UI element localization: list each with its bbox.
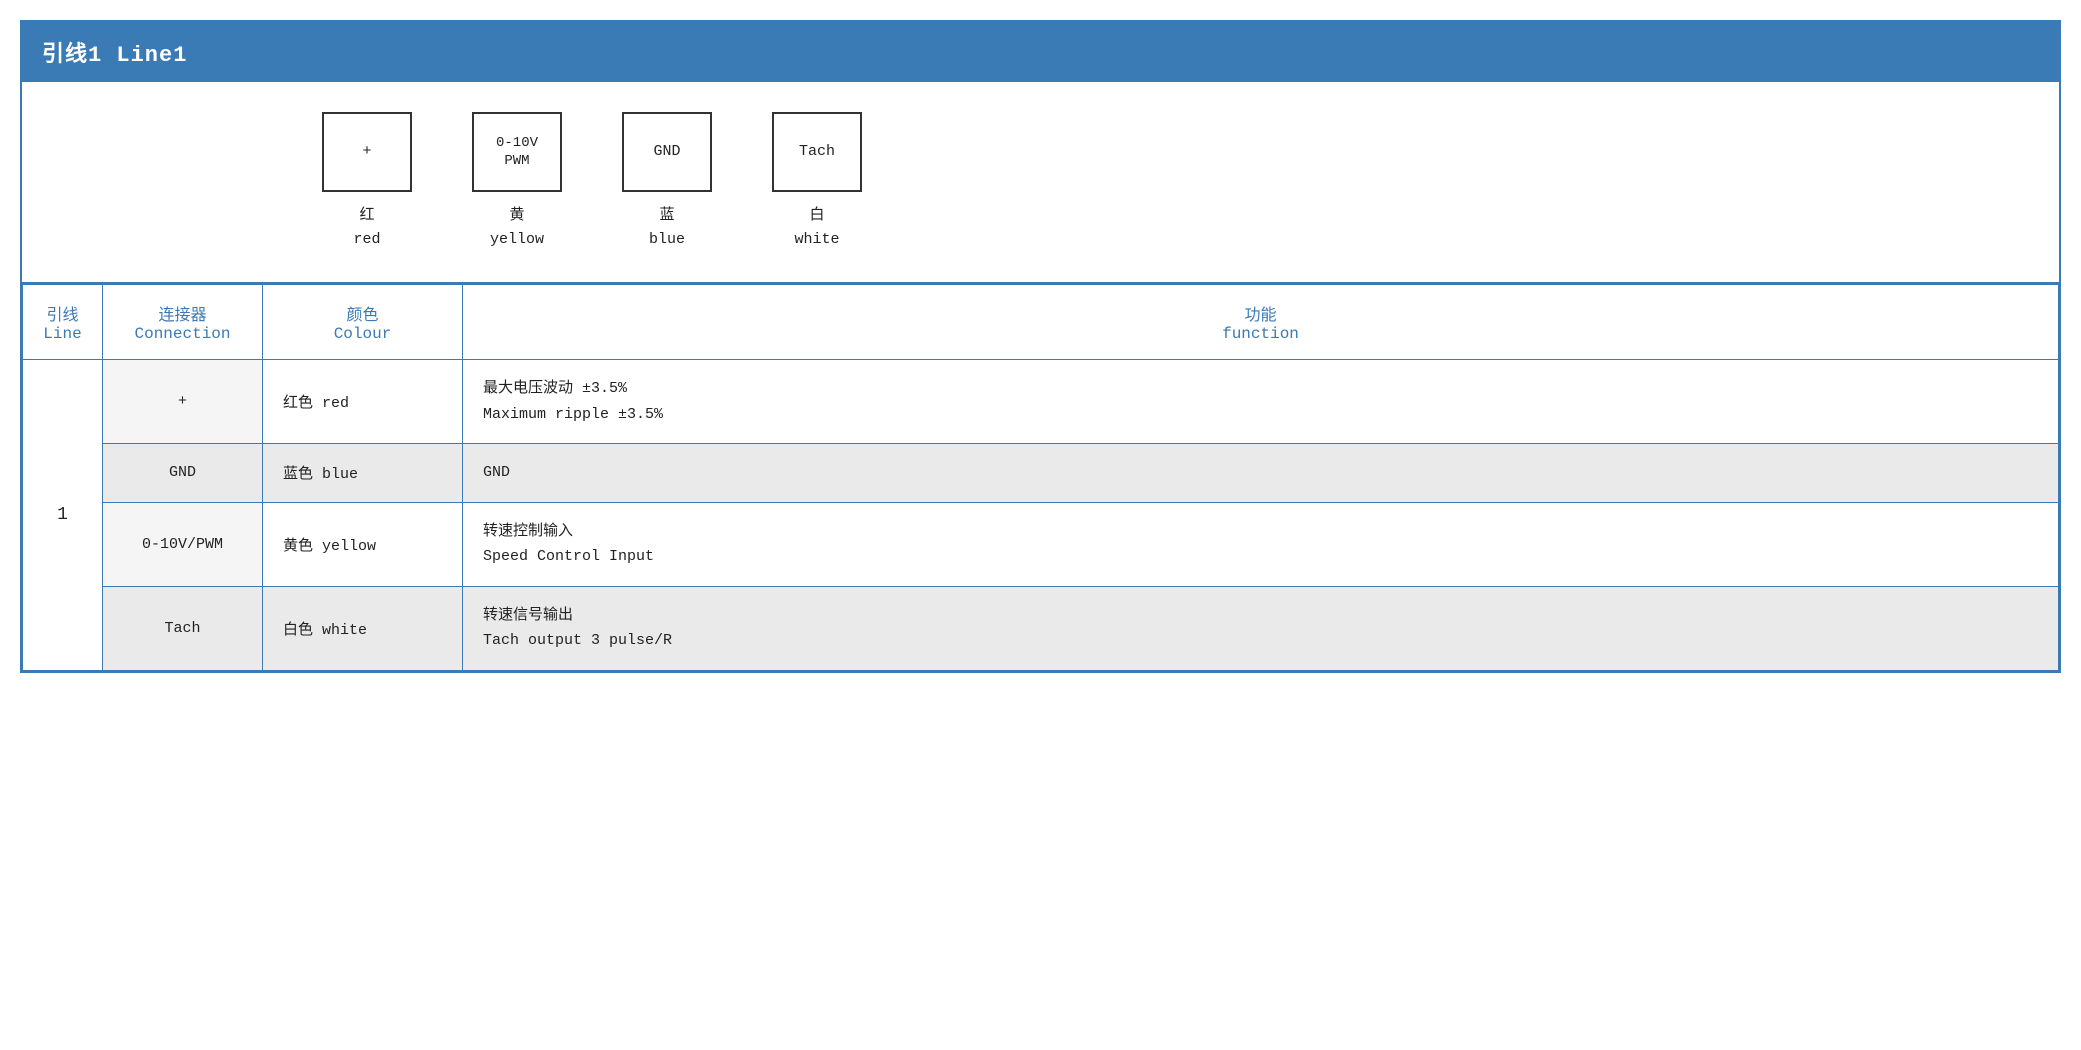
fn-ripple-cn: 最大电压波动 ±3.5% xyxy=(483,376,2038,402)
connector-box-plus: + xyxy=(322,112,412,192)
table-row-gnd: GND 蓝色 blue GND xyxy=(23,444,2059,503)
connector-gnd: GND 蓝 blue xyxy=(622,112,712,252)
table-container: 引线1 Line1 + 红 red 0-10VPWM 黄 xyxy=(20,20,2061,673)
cell-colour-blue: 蓝色 blue xyxy=(263,444,463,503)
connector-en-gnd: blue xyxy=(649,231,685,248)
cell-function-gnd: GND xyxy=(463,444,2059,503)
th-colour: 颜色 Colour xyxy=(263,285,463,360)
connector-symbol-tach: Tach xyxy=(799,142,835,162)
th-connection-cn: 连接器 xyxy=(123,301,242,325)
colour-red: 红色 red xyxy=(283,395,349,412)
data-table: 引线 Line 连接器 Connection 颜色 Colour 功能 func… xyxy=(22,284,2059,671)
fn-ripple-en: Maximum ripple ±3.5% xyxy=(483,402,2038,428)
connector-label-tach: 白 white xyxy=(794,204,839,252)
connector-en-tach: white xyxy=(794,231,839,248)
fn-gnd-cn: GND xyxy=(483,460,2038,486)
table-row-pwm: 0-10V/PWM 黄色 yellow 转速控制输入 Speed Control… xyxy=(23,502,2059,586)
th-function: 功能 function xyxy=(463,285,2059,360)
fn-speed-en: Speed Control Input xyxy=(483,544,2038,570)
connection-pwm: 0-10V/PWM xyxy=(142,536,223,553)
th-colour-cn: 颜色 xyxy=(283,301,442,325)
th-function-cn: 功能 xyxy=(483,301,2038,325)
connector-symbol-plus: + xyxy=(362,142,371,162)
th-colour-en: Colour xyxy=(283,325,442,343)
cell-colour-red: 红色 red xyxy=(263,360,463,444)
cell-connection-pwm: 0-10V/PWM xyxy=(103,502,263,586)
connector-plus: + 红 red xyxy=(322,112,412,252)
th-line-en: Line xyxy=(43,325,82,343)
cell-connection-plus: + xyxy=(103,360,263,444)
diagram-row: + 红 red 0-10VPWM 黄 yellow xyxy=(22,82,2059,284)
connector-cn-tach: 白 xyxy=(809,207,824,224)
connector-label-plus: 红 red xyxy=(353,204,380,252)
cell-colour-white: 白色 white xyxy=(263,586,463,670)
connector-box-pwm: 0-10VPWM xyxy=(472,112,562,192)
cell-function-tach: 转速信号输出 Tach output 3 pulse/R xyxy=(463,586,2059,670)
connector-symbol-pwm: 0-10VPWM xyxy=(496,134,538,170)
table-header: 引线1 Line1 xyxy=(22,22,2059,82)
cell-connection-gnd: GND xyxy=(103,444,263,503)
cell-line-1: 1 xyxy=(23,360,103,671)
connector-cn-plus: 红 xyxy=(359,207,374,224)
colour-yellow: 黄色 yellow xyxy=(283,538,376,555)
connector-tach: Tach 白 white xyxy=(772,112,862,252)
line-number: 1 xyxy=(57,505,68,525)
table-header-row: 引线 Line 连接器 Connection 颜色 Colour 功能 func… xyxy=(23,285,2059,360)
th-line: 引线 Line xyxy=(23,285,103,360)
th-connection: 连接器 Connection xyxy=(103,285,263,360)
connector-en-pwm: yellow xyxy=(490,231,544,248)
cell-function-ripple: 最大电压波动 ±3.5% Maximum ripple ±3.5% xyxy=(463,360,2059,444)
fn-speed-cn: 转速控制输入 xyxy=(483,519,2038,545)
th-line-cn: 引线 xyxy=(43,301,82,325)
page-wrapper: 引线1 Line1 + 红 red 0-10VPWM 黄 xyxy=(0,0,2081,1050)
connection-tach: Tach xyxy=(164,620,200,637)
table-row-plus: 1 + 红色 red 最大电压波动 ±3.5% Maximum ripple ±… xyxy=(23,360,2059,444)
connector-box-tach: Tach xyxy=(772,112,862,192)
connector-box-gnd: GND xyxy=(622,112,712,192)
connector-symbol-gnd: GND xyxy=(653,142,680,162)
cell-connection-tach: Tach xyxy=(103,586,263,670)
connector-pwm: 0-10VPWM 黄 yellow xyxy=(472,112,562,252)
connection-gnd: GND xyxy=(169,464,196,481)
th-function-en: function xyxy=(483,325,2038,343)
fn-tach-cn: 转速信号输出 xyxy=(483,603,2038,629)
connector-en-plus: red xyxy=(353,231,380,248)
th-connection-en: Connection xyxy=(123,325,242,343)
cell-function-speed: 转速控制输入 Speed Control Input xyxy=(463,502,2059,586)
table-row-tach: Tach 白色 white 转速信号输出 Tach output 3 pulse… xyxy=(23,586,2059,670)
connector-label-pwm: 黄 yellow xyxy=(490,204,544,252)
connector-label-gnd: 蓝 blue xyxy=(649,204,685,252)
colour-blue: 蓝色 blue xyxy=(283,466,358,483)
header-title: 引线1 Line1 xyxy=(42,43,187,68)
connection-plus: + xyxy=(178,393,187,410)
colour-white: 白色 white xyxy=(283,622,367,639)
connector-cn-gnd: 蓝 xyxy=(659,207,674,224)
fn-tach-en: Tach output 3 pulse/R xyxy=(483,628,2038,654)
connector-cn-pwm: 黄 xyxy=(509,207,524,224)
cell-colour-yellow: 黄色 yellow xyxy=(263,502,463,586)
